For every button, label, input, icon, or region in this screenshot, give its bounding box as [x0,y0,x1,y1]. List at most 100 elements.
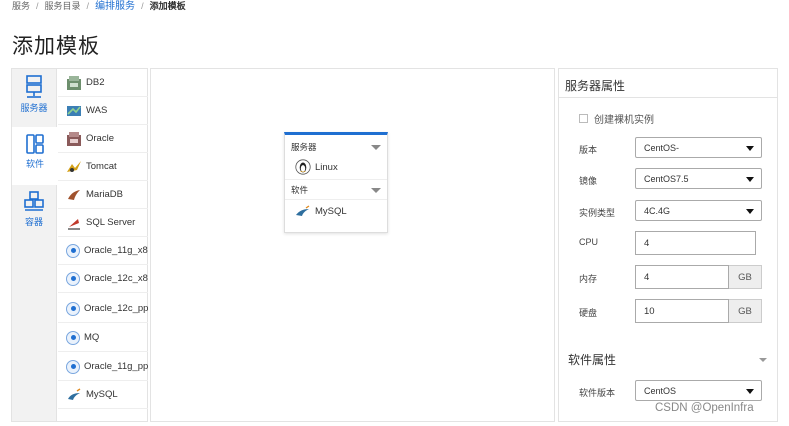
disk-label: 硬盘 [579,308,598,318]
memory-input[interactable]: 4 [635,265,729,289]
sqlserver-icon [66,215,82,231]
list-item-label: SQL Server [86,217,136,228]
bare-metal-label: 创建裸机实例 [594,115,654,126]
dropdown-arrow-icon [746,209,754,214]
cpu-input[interactable]: 4 [635,231,756,255]
db2-icon [66,75,82,91]
instance-type-value: 4C.4G [644,205,671,216]
os-item[interactable]: Linux [295,159,338,175]
software-version-select[interactable]: CentOS [635,380,762,401]
breadcrumb-item-catalog[interactable]: 服务目录 [45,1,81,11]
tab-server-label: 服务器 [20,103,48,113]
list-item-label: Oracle_12c_ppc [84,303,148,314]
software-version-label: 软件版本 [579,388,616,398]
list-item-label: Oracle_12c_x86 [84,273,148,284]
list-item-mysql[interactable]: MySQL [58,381,148,409]
list-item-label: Oracle_11g_ppc [84,361,148,372]
server-node-label: 服务器 [291,142,317,152]
orchestration-canvas[interactable]: 服务器 Linux 软件 MySQL [150,68,555,422]
list-item-label: MQ [84,332,100,343]
version-label: 版本 [579,145,598,155]
memory-label: 内存 [579,274,598,284]
node-divider [285,199,387,200]
mariadb-icon [66,187,82,203]
tab-container-label: 容器 [24,217,43,227]
linux-icon [295,159,311,175]
list-item-label: DB2 [86,77,105,88]
memory-unit: GB [729,265,762,289]
list-item-mariadb[interactable]: MariaDB [58,181,148,209]
list-item-oracle-11g-x86[interactable]: Oracle_11g_x86 [58,237,148,265]
software-node-header[interactable]: 软件 [291,184,381,196]
server-icon [26,75,42,98]
list-item-label: MariaDB [86,189,123,200]
list-item-tomcat[interactable]: Tomcat [58,153,148,181]
tomcat-icon [66,159,82,175]
software-item[interactable]: MySQL [295,205,347,217]
node-divider [285,179,387,180]
breadcrumb-separator: / [141,1,144,11]
chevron-down-icon[interactable] [759,358,767,362]
chevron-down-icon[interactable] [371,187,381,193]
list-item-label: Oracle [86,133,114,144]
was-icon [66,103,82,119]
list-item-oracle-12c-x86[interactable]: Oracle_12c_x86 [58,265,148,293]
software-item-label: MySQL [315,205,347,217]
os-item-label: Linux [315,161,338,173]
disk-input[interactable]: 10 [635,299,729,323]
server-node-header[interactable]: 服务器 [291,141,381,153]
server-props-title: 服务器属性 [565,79,626,93]
software-props-title[interactable]: 软件属性 [568,351,616,368]
dropdown-arrow-icon [746,146,754,151]
breadcrumb-separator: / [86,1,90,11]
software-node-label: 软件 [291,185,309,195]
instance-type-label: 实例类型 [579,208,616,218]
tab-software-label: 软件 [25,159,44,169]
list-item-sqlserver[interactable]: SQL Server [58,209,148,237]
list-item-was[interactable]: WAS [58,97,148,125]
software-list: DB2 WAS Oracle Tomcat MariaDB SQL Server… [58,69,148,421]
disk-unit: GB [729,299,762,323]
mysql-icon [296,205,310,216]
watermark: CSDN @OpenInfra [655,402,754,414]
image-select[interactable]: CentOS7.5 [635,168,762,189]
generic-software-icon [66,301,80,316]
tab-container[interactable]: 容器 [12,185,56,243]
image-label: 镜像 [579,176,598,186]
list-item-mq[interactable]: MQ [58,324,148,352]
software-version-value: CentOS [644,385,677,396]
instance-type-select[interactable]: 4C.4G [635,200,762,221]
bare-metal-option[interactable]: 创建裸机实例 [579,111,654,126]
panel-divider [559,97,777,98]
image-value: CentOS7.5 [644,173,689,184]
list-item-label: Tomcat [86,161,117,172]
list-item-label: MySQL [86,389,118,400]
properties-panel: 服务器属性 创建裸机实例 版本 CentOS- 镜像 CentOS7.5 实例类… [558,68,778,422]
generic-software-icon [66,243,80,258]
breadcrumb: 服务 / 服务目录 / 编排服务 / 添加模板 [12,0,186,12]
list-item-oracle-11g-ppc[interactable]: Oracle_11g_ppc [58,353,148,381]
component-palette: 服务器 软件 容器 DB2 WAS Oracle Tomcat MariaDB … [11,68,148,422]
version-value: CentOS- [644,142,680,153]
version-select[interactable]: CentOS- [635,137,762,158]
breadcrumb-item-service[interactable]: 服务 [12,1,30,11]
breadcrumb-item-current: 添加模板 [149,1,186,11]
dropdown-arrow-icon [746,177,754,182]
generic-software-icon [66,271,80,286]
list-item-db2[interactable]: DB2 [58,69,148,97]
chevron-down-icon[interactable] [371,144,381,150]
dropdown-arrow-icon [746,389,754,394]
list-item-oracle-12c-ppc[interactable]: Oracle_12c_ppc [58,295,148,323]
tab-server[interactable]: 服务器 [12,69,56,127]
bare-metal-checkbox[interactable] [579,114,588,123]
server-node[interactable]: 服务器 Linux 软件 MySQL [284,132,388,233]
list-item-oracle[interactable]: Oracle [58,125,148,153]
list-item-label: WAS [86,105,108,116]
oracle-icon [66,131,82,147]
tab-software[interactable]: 软件 [12,127,58,185]
breadcrumb-separator: / [36,1,39,11]
generic-software-icon [66,359,80,374]
breadcrumb-item-orchestration[interactable]: 编排服务 [95,1,135,12]
list-item-label: Oracle_11g_x86 [84,245,148,256]
software-icon [26,134,44,154]
